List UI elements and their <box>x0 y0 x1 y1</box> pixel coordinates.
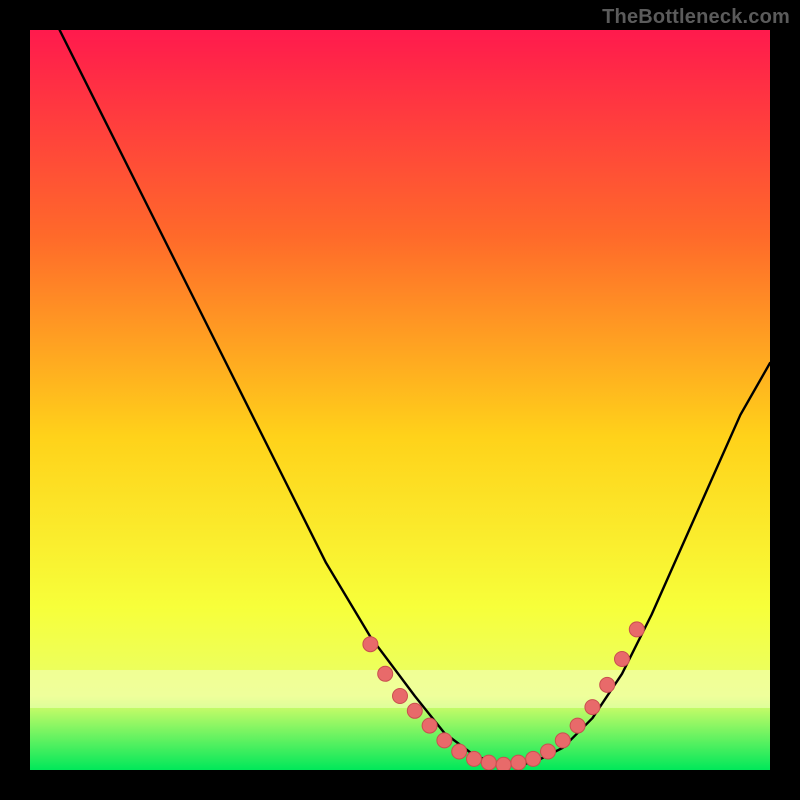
curve-marker <box>615 652 630 667</box>
curve-marker <box>407 703 422 718</box>
curve-marker <box>452 744 467 759</box>
gradient-background <box>30 30 770 770</box>
curve-marker <box>363 637 378 652</box>
curve-marker <box>481 755 496 770</box>
curve-marker <box>422 718 437 733</box>
curve-marker <box>555 733 570 748</box>
curve-marker <box>378 666 393 681</box>
curve-marker <box>629 622 644 637</box>
curve-marker <box>541 744 556 759</box>
curve-marker <box>570 718 585 733</box>
curve-marker <box>437 733 452 748</box>
watermark-text: TheBottleneck.com <box>602 6 790 29</box>
curve-marker <box>600 677 615 692</box>
curve-marker <box>467 751 482 766</box>
curve-marker <box>585 700 600 715</box>
curve-marker <box>393 689 408 704</box>
chart-svg <box>30 30 770 770</box>
plot-area <box>30 30 770 770</box>
curve-marker <box>496 757 511 770</box>
curve-marker <box>511 755 526 770</box>
curve-marker <box>526 751 541 766</box>
chart-stage: TheBottleneck.com <box>0 0 800 800</box>
